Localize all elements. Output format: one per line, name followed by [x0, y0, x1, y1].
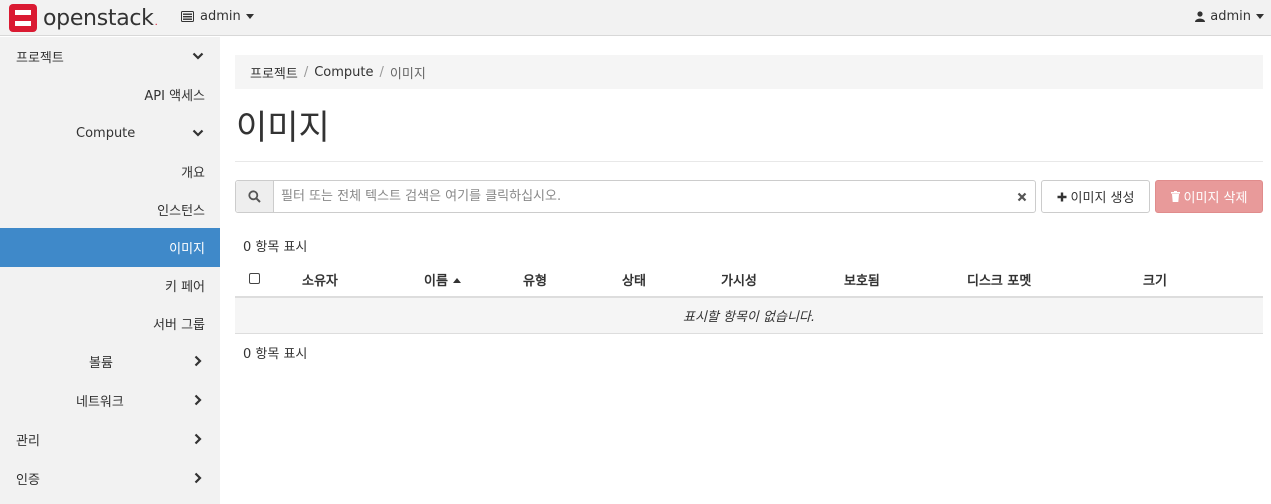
sidebar-item-label: 프로젝트: [16, 51, 64, 66]
user-menu[interactable]: admin: [1195, 9, 1264, 24]
page-title: 이미지: [236, 108, 330, 148]
sidebar-item-identity[interactable]: 인증: [0, 459, 220, 498]
sidebar-item-label: Compute: [76, 126, 136, 141]
column-size[interactable]: 크기: [1143, 270, 1167, 289]
sidebar-item-label: 네트워크: [76, 395, 124, 410]
sidebar-item-network[interactable]: 네트워크: [0, 381, 220, 420]
delete-image-label: 이미지 삭제: [1183, 191, 1248, 206]
chevron-right-icon: [194, 355, 202, 367]
caret-down-icon: [245, 14, 254, 19]
sidebar-item-label: 인스턴스: [157, 204, 205, 219]
search-icon: [248, 190, 261, 203]
chevron-down-icon: [192, 52, 204, 60]
sidebar-item-server-groups[interactable]: 서버 그룹: [0, 304, 220, 343]
column-visibility[interactable]: 가시성: [721, 270, 757, 289]
trash-icon: [1170, 191, 1180, 202]
sidebar-item-label: 개요: [181, 166, 205, 181]
title-divider: [235, 161, 1263, 162]
breadcrumb-project[interactable]: 프로젝트: [250, 63, 298, 82]
create-image-label: 이미지 생성: [1070, 191, 1135, 206]
search-filter: [235, 180, 1036, 213]
delete-image-button[interactable]: 이미지 삭제: [1155, 180, 1263, 213]
column-protected[interactable]: 보호됨: [844, 270, 880, 289]
breadcrumb-compute[interactable]: Compute: [314, 65, 373, 80]
close-icon: [1017, 192, 1027, 201]
project-selector[interactable]: admin: [181, 9, 254, 24]
caret-down-icon: [1256, 14, 1264, 19]
search-addon[interactable]: [236, 181, 274, 212]
sidebar-item-instances[interactable]: 인스턴스: [0, 190, 220, 229]
sidebar-item-label: 관리: [16, 434, 40, 449]
top-navbar: openstack . admin admin: [0, 0, 1271, 36]
column-type[interactable]: 유형: [523, 270, 547, 289]
clear-search-button[interactable]: [1009, 181, 1035, 212]
sidebar-item-key-pairs[interactable]: 키 페어: [0, 266, 220, 305]
plus-icon: [1057, 192, 1067, 201]
column-owner[interactable]: 소유자: [302, 270, 338, 289]
column-disk-format[interactable]: 디스크 포멧: [967, 270, 1031, 289]
sidebar-item-label: 볼륨: [89, 356, 113, 371]
chevron-right-icon: [194, 472, 202, 484]
search-input[interactable]: [274, 181, 1009, 212]
user-icon: [1195, 11, 1206, 22]
brand-logo[interactable]: openstack .: [9, 4, 158, 32]
sidebar-item-overview[interactable]: 개요: [0, 152, 220, 191]
chevron-right-icon: [194, 394, 202, 406]
breadcrumb: 프로젝트 / Compute / 이미지: [235, 55, 1263, 89]
sidebar-item-label: 서버 그룹: [153, 318, 205, 333]
sidebar-item-label: 키 페어: [164, 280, 205, 295]
user-name: admin: [1210, 9, 1251, 24]
chevron-down-icon: [192, 129, 204, 137]
project-name: admin: [200, 9, 241, 24]
sidebar-item-volumes[interactable]: 볼륨: [0, 342, 220, 381]
column-status[interactable]: 상태: [622, 270, 646, 289]
openstack-logo-icon: [9, 4, 37, 32]
table-header: 소유자 이름 유형 상태 가시성 보호됨 디스크 포멧 크기: [235, 260, 1263, 298]
chevron-right-icon: [194, 433, 202, 445]
sort-asc-icon: [452, 278, 461, 283]
sidebar-item-admin[interactable]: 관리: [0, 420, 220, 459]
item-count-bottom: 0 항목 표시: [243, 347, 308, 362]
empty-table-message: 표시할 항목이 없습니다.: [235, 298, 1263, 334]
sidebar-item-project[interactable]: 프로젝트: [0, 37, 220, 76]
column-name[interactable]: 이름: [424, 270, 461, 289]
select-all-checkbox[interactable]: [249, 273, 260, 284]
sidebar-item-label: 이미지: [169, 242, 205, 257]
breadcrumb-current: 이미지: [389, 66, 426, 82]
create-image-button[interactable]: 이미지 생성: [1041, 180, 1150, 213]
sidebar-item-compute[interactable]: Compute: [0, 114, 220, 153]
sidebar-item-label: 인증: [16, 473, 40, 488]
sidebar-item-api-access[interactable]: API 액세스: [0, 75, 220, 114]
project-list-icon: [181, 11, 194, 22]
sidebar: 프로젝트 API 액세스 Compute 개요 인스턴스 이미지 키 페어 서버…: [0, 37, 220, 504]
sidebar-item-label: API 액세스: [144, 89, 205, 104]
brand-name: openstack: [43, 5, 154, 31]
sidebar-item-images[interactable]: 이미지: [0, 228, 220, 267]
item-count-top: 0 항목 표시: [243, 240, 308, 255]
